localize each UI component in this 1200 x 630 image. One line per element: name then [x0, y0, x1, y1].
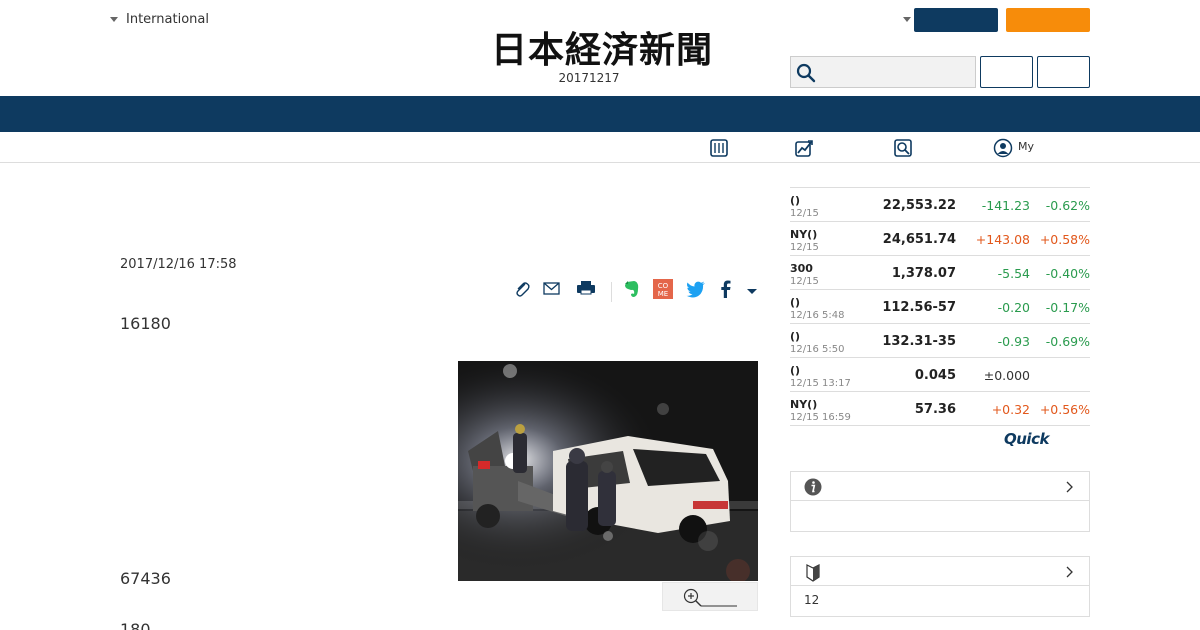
market-name: NY(): [790, 398, 818, 411]
market-date: 12/15: [790, 276, 819, 287]
market-change: +143.08: [975, 232, 1030, 247]
sidebar-box-header[interactable]: [791, 557, 1089, 586]
caret-down-icon[interactable]: [903, 17, 911, 22]
market-row[interactable]: () 12/16 5:48 112.56-57 -0.20 -0.17%: [790, 290, 1090, 324]
market-name: (): [790, 194, 801, 207]
search-icon[interactable]: [796, 63, 816, 83]
caret-down-icon: [110, 17, 118, 22]
market-value: 24,651.74: [882, 232, 956, 247]
mail-icon[interactable]: [542, 279, 562, 299]
market-percent: -0.40%: [1045, 266, 1090, 281]
market-name: 300: [790, 262, 813, 275]
market-change: -0.20: [997, 300, 1030, 315]
toolbar-divider: [611, 282, 612, 302]
market-value: 57.36: [914, 402, 956, 417]
market-date: 12/16 5:48: [790, 310, 845, 321]
sidebar-box-info: [790, 471, 1090, 532]
info-icon: [804, 478, 822, 496]
clip-icon[interactable]: [512, 279, 532, 299]
market-value: 0.045: [914, 368, 956, 383]
article-paragraph: 180: [120, 620, 151, 630]
market-value: 1,378.07: [891, 266, 956, 281]
article-paragraph: 67436: [120, 569, 171, 588]
svg-text:ME: ME: [658, 290, 668, 298]
register-button[interactable]: [1037, 56, 1090, 88]
market-percent: +0.58%: [1039, 232, 1090, 247]
market-date: 12/15: [790, 208, 819, 219]
market-row[interactable]: NY() 12/15 16:59 57.36 +0.32 +0.56%: [790, 392, 1090, 426]
market-name: (): [790, 330, 801, 343]
market-name: NY(): [790, 228, 818, 241]
market-date: 12/15 13:17: [790, 378, 851, 389]
search-input[interactable]: [818, 57, 974, 87]
market-date: 12/15: [790, 242, 819, 253]
sidebar-box-beginner: 12: [790, 556, 1090, 617]
my-page-link[interactable]: My: [1018, 140, 1034, 153]
market-name: (): [790, 296, 801, 309]
market-percent: -0.17%: [1045, 300, 1090, 315]
article-photo[interactable]: [458, 361, 758, 581]
market-data-table: () 12/15 22,553.22 -141.23 -0.62% NY() 1…: [790, 187, 1090, 426]
edition-label: International: [126, 12, 209, 27]
masthead-logo[interactable]: 日本経済新聞: [452, 28, 752, 68]
svg-text:CO: CO: [658, 282, 669, 290]
masthead-text: 日本経済新聞: [491, 29, 713, 68]
market-change: -5.54: [997, 266, 1030, 281]
market-row[interactable]: NY() 12/15 24,651.74 +143.08 +0.58%: [790, 222, 1090, 256]
evernote-icon[interactable]: [622, 279, 642, 299]
main-nav-bar: [0, 96, 1200, 132]
zoom-in-icon: [683, 588, 737, 607]
sidebar-box-header[interactable]: [791, 472, 1089, 501]
market-value: 22,553.22: [882, 198, 956, 213]
beginner-mark-icon: [806, 564, 820, 582]
search-news-icon[interactable]: [893, 138, 913, 158]
market-percent: +0.56%: [1039, 402, 1090, 417]
article-date: 2017/12/16 17:58: [120, 257, 237, 272]
market-row[interactable]: () 12/15 22,553.22 -141.23 -0.62%: [790, 188, 1090, 222]
paper-viewer-icon[interactable]: [709, 138, 729, 158]
market-percent: -0.69%: [1045, 334, 1090, 349]
edition-selector[interactable]: International: [110, 12, 209, 27]
market-change: -0.93: [997, 334, 1030, 349]
market-change: +0.32: [991, 402, 1030, 417]
market-value: 112.56-57: [882, 300, 956, 315]
market-name: (): [790, 364, 801, 377]
twitter-icon[interactable]: [686, 279, 706, 299]
market-date: 12/15 16:59: [790, 412, 851, 423]
login-button[interactable]: [980, 56, 1033, 88]
market-row[interactable]: () 12/15 13:17 0.045 ±0.000: [790, 358, 1090, 392]
market-value: 132.31-35: [882, 334, 956, 349]
trial-button[interactable]: [1006, 8, 1090, 32]
chevron-right-icon: [1066, 481, 1073, 493]
market-row[interactable]: 300 12/15 1,378.07 -5.54 -0.40%: [790, 256, 1090, 290]
market-percent: -0.62%: [1045, 198, 1090, 213]
market-change: -141.23: [981, 198, 1030, 213]
market-change: ±0.000: [983, 368, 1030, 383]
article-paragraph: 16180: [120, 314, 171, 333]
sidebar-box-body: 12: [804, 593, 820, 607]
print-icon[interactable]: [576, 279, 596, 299]
comment-icon[interactable]: CO ME: [653, 279, 673, 299]
market-row[interactable]: () 12/16 5:50 132.31-35 -0.93 -0.69%: [790, 324, 1090, 358]
more-share-icon[interactable]: [742, 279, 762, 299]
facebook-icon[interactable]: [716, 279, 736, 299]
chevron-right-icon: [1066, 566, 1073, 578]
photo-zoom-button[interactable]: [662, 582, 758, 611]
quick-logo[interactable]: Quick: [1004, 430, 1049, 448]
market-date: 12/16 5:50: [790, 344, 845, 355]
user-icon[interactable]: [993, 138, 1013, 158]
market-chart-icon[interactable]: [794, 138, 814, 158]
subscribe-button[interactable]: [914, 8, 998, 32]
